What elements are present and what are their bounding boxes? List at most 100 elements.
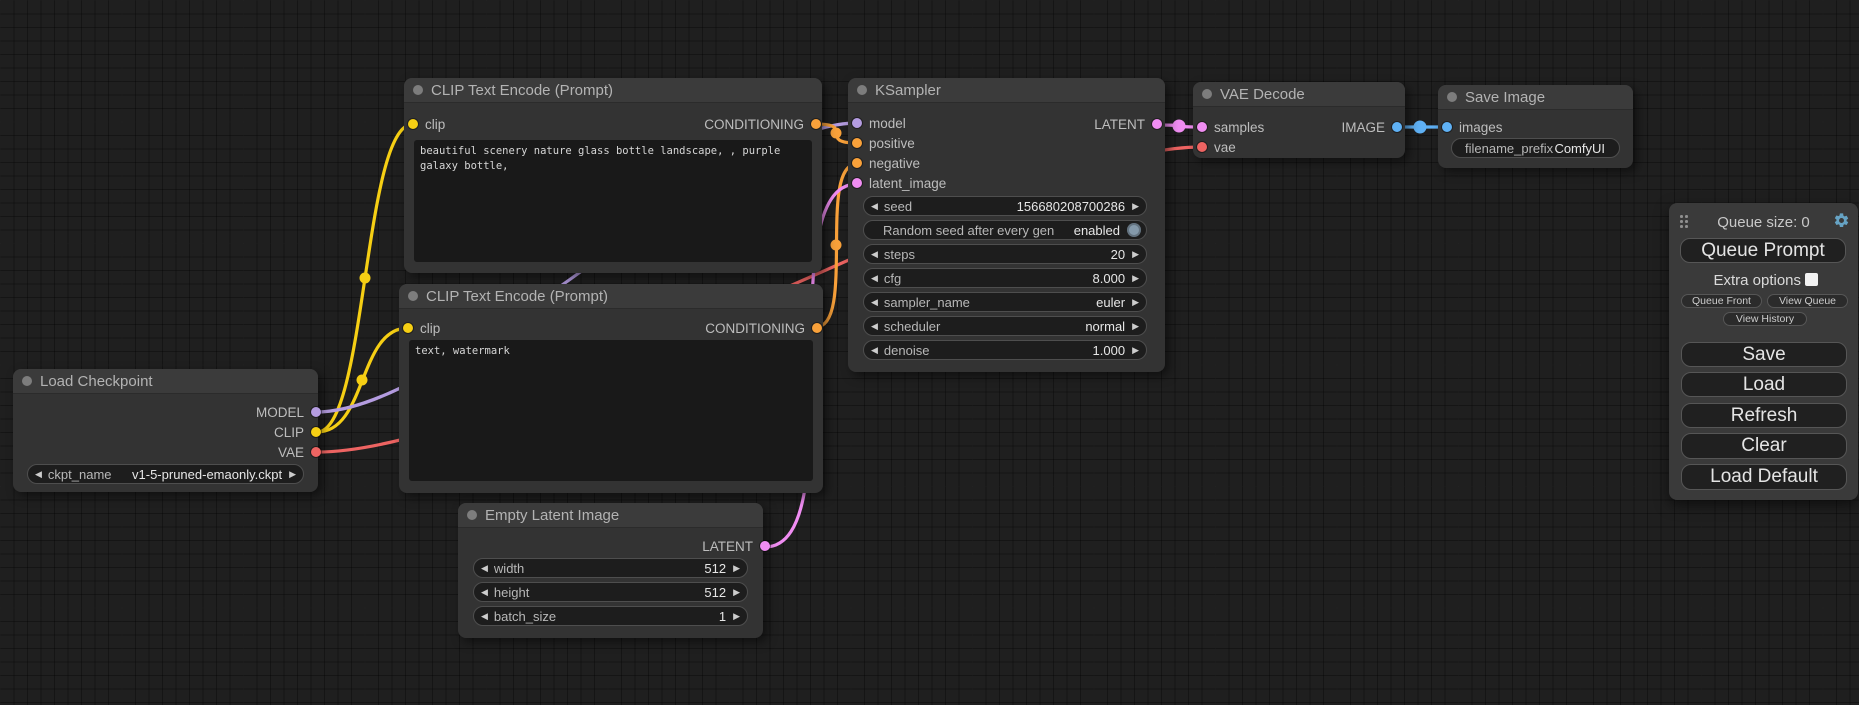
view-history-button[interactable]: View History — [1723, 312, 1807, 326]
node-save-image[interactable]: Save Image images filename_prefix ComfyU… — [1438, 85, 1633, 168]
load-button[interactable]: Load — [1681, 372, 1847, 397]
widget-sampler-name[interactable]: sampler_name euler — [863, 292, 1147, 312]
latent-slot-dot[interactable] — [1152, 119, 1162, 129]
clip-slot-dot[interactable] — [311, 427, 321, 437]
widget-filename-prefix[interactable]: filename_prefix ComfyUI — [1451, 138, 1620, 158]
widget-steps[interactable]: steps 20 — [863, 244, 1147, 264]
conditioning-slot-dot[interactable] — [812, 323, 822, 333]
collapse-dot-icon[interactable] — [408, 291, 418, 301]
node-title-bar[interactable]: CLIP Text Encode (Prompt) — [404, 78, 822, 103]
image-slot-dot[interactable] — [1442, 122, 1452, 132]
increment-arrow-icon[interactable] — [1132, 274, 1139, 283]
node-title-bar[interactable]: KSampler — [848, 78, 1165, 103]
vae-slot-dot[interactable] — [1197, 142, 1207, 152]
collapse-dot-icon[interactable] — [1447, 92, 1457, 102]
conditioning-slot-dot[interactable] — [852, 158, 862, 168]
extra-options-checkbox[interactable] — [1805, 273, 1818, 286]
increment-arrow-icon[interactable] — [1132, 250, 1139, 259]
positive-prompt-textarea[interactable]: beautiful scenery nature glass bottle la… — [414, 140, 812, 262]
increment-arrow-icon[interactable] — [1132, 322, 1139, 331]
save-button[interactable]: Save — [1681, 342, 1847, 367]
decrement-arrow-icon[interactable] — [871, 274, 878, 283]
decrement-arrow-icon[interactable] — [481, 612, 488, 621]
comfyui-canvas[interactable]: { "app": "ComfyUI node graph", "colors":… — [0, 0, 1859, 705]
decrement-arrow-icon[interactable] — [481, 564, 488, 573]
latent-slot-dot[interactable] — [852, 178, 862, 188]
clip-slot-dot[interactable] — [408, 119, 418, 129]
decrement-arrow-icon[interactable] — [871, 250, 878, 259]
output-slot-latent[interactable]: LATENT — [702, 536, 770, 556]
increment-arrow-icon[interactable] — [1132, 298, 1139, 307]
queue-prompt-button[interactable]: Queue Prompt — [1680, 238, 1846, 263]
decrement-arrow-icon[interactable] — [871, 202, 878, 211]
input-slot-clip[interactable]: clip — [408, 114, 445, 134]
input-slot-vae[interactable]: vae — [1197, 137, 1236, 157]
clip-slot-dot[interactable] — [403, 323, 413, 333]
output-slot-vae[interactable]: VAE — [278, 442, 321, 462]
decrement-arrow-icon[interactable] — [871, 346, 878, 355]
input-slot-images[interactable]: images — [1442, 117, 1503, 137]
latent-slot-dot[interactable] — [760, 541, 770, 551]
node-empty-latent-image[interactable]: Empty Latent Image LATENT width 512 heig… — [458, 503, 763, 638]
output-slot-conditioning[interactable]: CONDITIONING — [705, 318, 822, 338]
input-slot-model[interactable]: model — [852, 113, 906, 133]
output-slot-conditioning[interactable]: CONDITIONING — [704, 114, 821, 134]
increment-arrow-icon[interactable] — [1132, 202, 1139, 211]
collapse-dot-icon[interactable] — [467, 510, 477, 520]
refresh-button[interactable]: Refresh — [1681, 403, 1847, 428]
collapse-dot-icon[interactable] — [1202, 89, 1212, 99]
queue-front-button[interactable]: Queue Front — [1681, 294, 1762, 308]
input-slot-positive[interactable]: positive — [852, 133, 915, 153]
node-title-bar[interactable]: Save Image — [1438, 85, 1633, 110]
increment-arrow-icon[interactable] — [733, 588, 740, 597]
collapse-dot-icon[interactable] — [413, 85, 423, 95]
vae-slot-dot[interactable] — [311, 447, 321, 457]
settings-gear-icon[interactable] — [1833, 212, 1850, 229]
view-queue-button[interactable]: View Queue — [1767, 294, 1848, 308]
node-title-bar[interactable]: Empty Latent Image — [458, 503, 763, 528]
toggle-enabled-icon[interactable] — [1127, 223, 1141, 237]
decrement-arrow-icon[interactable] — [481, 588, 488, 597]
model-slot-dot[interactable] — [852, 118, 862, 128]
increment-arrow-icon[interactable] — [733, 612, 740, 621]
node-title-bar[interactable]: Load Checkpoint — [13, 369, 318, 394]
input-slot-latent-image[interactable]: latent_image — [852, 173, 946, 193]
node-title-bar[interactable]: CLIP Text Encode (Prompt) — [399, 284, 823, 309]
node-title-bar[interactable]: VAE Decode — [1193, 82, 1405, 107]
negative-prompt-textarea[interactable]: text, watermark — [409, 340, 813, 481]
increment-arrow-icon[interactable] — [733, 564, 740, 573]
node-clip-text-encode-negative[interactable]: CLIP Text Encode (Prompt) clip CONDITION… — [399, 284, 823, 493]
widget-width[interactable]: width 512 — [473, 558, 748, 578]
collapse-dot-icon[interactable] — [22, 376, 32, 386]
decrement-arrow-icon[interactable] — [871, 298, 878, 307]
node-load-checkpoint[interactable]: Load Checkpoint MODEL CLIP VAE ckpt_name… — [13, 369, 318, 492]
conditioning-slot-dot[interactable] — [852, 138, 862, 148]
output-slot-clip[interactable]: CLIP — [274, 422, 321, 442]
input-slot-samples[interactable]: samples — [1197, 117, 1264, 137]
image-slot-dot[interactable] — [1392, 122, 1402, 132]
widget-height[interactable]: height 512 — [473, 582, 748, 602]
latent-slot-dot[interactable] — [1197, 122, 1207, 132]
input-slot-clip[interactable]: clip — [403, 318, 440, 338]
collapse-dot-icon[interactable] — [857, 85, 867, 95]
output-slot-model[interactable]: MODEL — [256, 402, 321, 422]
widget-cfg[interactable]: cfg 8.000 — [863, 268, 1147, 288]
node-vae-decode[interactable]: VAE Decode samples vae IMAGE — [1193, 82, 1405, 158]
load-default-button[interactable]: Load Default — [1681, 464, 1847, 490]
increment-arrow-icon[interactable] — [289, 470, 296, 479]
widget-denoise[interactable]: denoise 1.000 — [863, 340, 1147, 360]
clear-button[interactable]: Clear — [1681, 433, 1847, 459]
widget-ckpt-name[interactable]: ckpt_name v1-5-pruned-emaonly.ckpt — [27, 464, 304, 484]
node-ksampler[interactable]: KSampler model positive negative latent_… — [848, 78, 1165, 372]
increment-arrow-icon[interactable] — [1132, 346, 1139, 355]
input-slot-negative[interactable]: negative — [852, 153, 920, 173]
widget-scheduler[interactable]: scheduler normal — [863, 316, 1147, 336]
conditioning-slot-dot[interactable] — [811, 119, 821, 129]
node-clip-text-encode-positive[interactable]: CLIP Text Encode (Prompt) clip CONDITION… — [404, 78, 822, 273]
output-slot-image[interactable]: IMAGE — [1341, 117, 1402, 137]
model-slot-dot[interactable] — [311, 407, 321, 417]
widget-seed[interactable]: seed 156680208700286 — [863, 196, 1147, 216]
output-slot-latent[interactable]: LATENT — [1094, 114, 1162, 134]
widget-batch-size[interactable]: batch_size 1 — [473, 606, 748, 626]
decrement-arrow-icon[interactable] — [871, 322, 878, 331]
